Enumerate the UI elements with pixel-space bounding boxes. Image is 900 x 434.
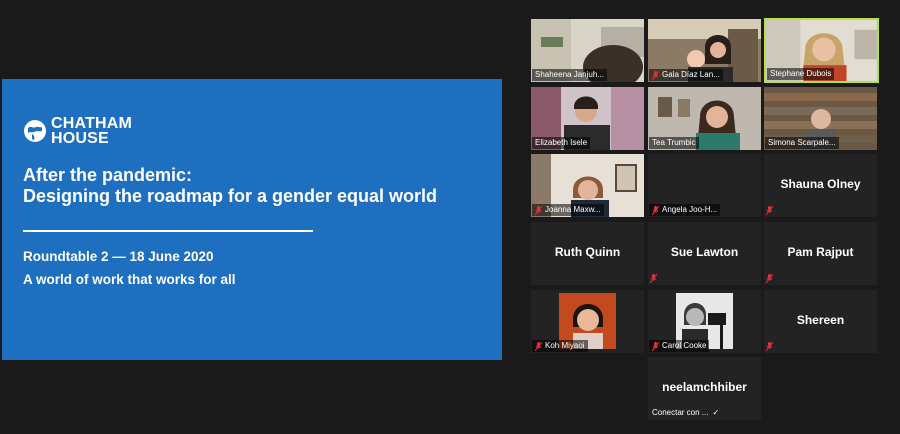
participant-tile[interactable]: Tea Trumbic — [648, 87, 761, 150]
participant-tile[interactable]: Simona Scarpale... — [764, 87, 877, 150]
participant-name: Sue Lawton — [670, 245, 739, 259]
muted-mic-icon — [535, 341, 542, 351]
divider — [23, 230, 313, 232]
participant-name: Shauna Olney — [780, 177, 861, 191]
muted-mic-icon — [766, 274, 773, 283]
muted-mic-icon — [652, 205, 659, 215]
participant-tile[interactable]: Shaheena Janjuh... — [531, 19, 644, 82]
participant-nameplate: Elizabeth Isele — [532, 137, 591, 149]
participant-nameplate: Koh Miyaoi — [532, 340, 588, 352]
participant-name: Shaheena Janjuh... — [535, 70, 604, 79]
muted-mic-icon — [650, 274, 657, 283]
participant-name: Ruth Quinn — [554, 245, 621, 259]
muted-mic-icon — [766, 206, 773, 215]
muted-mic-icon — [535, 205, 542, 215]
participant-tile[interactable]: Joanna Maxw... — [531, 154, 644, 217]
roundtable-label: Roundtable 2 — 18 June 2020 — [23, 249, 214, 264]
participant-nameplate: Gala Díaz Lan... — [649, 69, 723, 81]
check-icon: ✓ — [712, 408, 720, 417]
participant-name: Stephane Dubois — [770, 69, 832, 78]
slide-title-line1: After the pandemic: — [23, 165, 193, 185]
shared-slide: CHATHAM HOUSE After the pandemic: Design… — [2, 79, 502, 360]
logo-line1: CHATHAM — [51, 115, 133, 132]
participant-name: Pam Rajput — [787, 245, 854, 259]
participant-nameplate: Angela Joo-H... — [649, 204, 721, 216]
participant-name: Simona Scarpale... — [768, 138, 836, 147]
globe-icon — [24, 120, 46, 142]
slide-title-line2: Designing the roadmap for a gender equal… — [23, 186, 438, 206]
participant-name: Angela Joo-H... — [662, 205, 718, 214]
participant-tile[interactable]: Sue Lawton — [648, 222, 761, 285]
logo-line2: HOUSE — [51, 130, 109, 147]
participant-tile[interactable]: neelamchhiber Conectar con ... ✓ — [648, 357, 761, 420]
participant-name: Shereen — [796, 313, 845, 327]
connecting-status: Conectar con ... ✓ — [649, 407, 722, 419]
participant-tile[interactable]: Angela Joo-H... — [648, 154, 761, 217]
participant-name: neelamchhiber — [662, 380, 747, 394]
participant-nameplate: Simona Scarpale... — [765, 137, 839, 149]
participant-name: Gala Díaz Lan... — [662, 70, 720, 79]
connecting-label: Conectar con ... — [652, 408, 709, 417]
participant-nameplate: Shaheena Janjuh... — [532, 69, 607, 81]
participant-tile[interactable]: Shauna Olney — [764, 154, 877, 217]
muted-mic-icon — [652, 341, 659, 351]
participant-nameplate: Tea Trumbic — [649, 137, 699, 149]
participant-nameplate: Carol Cooke — [649, 340, 710, 352]
muted-mic-icon — [652, 70, 659, 80]
participant-tile[interactable]: Shereen — [764, 290, 877, 353]
participant-tile[interactable]: Koh Miyaoi — [531, 290, 644, 353]
chatham-house-logo: CHATHAM HOUSE — [23, 115, 133, 147]
participant-tile[interactable]: Carol Cooke — [648, 290, 761, 353]
participant-name: Koh Miyaoi — [545, 341, 585, 350]
participant-name: Tea Trumbic — [652, 138, 696, 147]
participant-name: Elizabeth Isele — [535, 138, 588, 147]
participant-nameplate: Stephane Dubois — [767, 68, 835, 80]
participant-tile[interactable]: Elizabeth Isele — [531, 87, 644, 150]
participant-nameplate: Joanna Maxw... — [532, 204, 604, 216]
participant-tile[interactable]: Gala Díaz Lan... — [648, 19, 761, 82]
active-speaker-tile[interactable]: Stephane Dubois — [764, 18, 879, 83]
theme-label: A world of work that works for all — [23, 272, 236, 287]
slide-title: After the pandemic: Designing the roadma… — [23, 165, 493, 207]
muted-mic-icon — [766, 342, 773, 351]
participant-name: Carol Cooke — [662, 341, 707, 350]
participant-tile[interactable]: Ruth Quinn — [531, 222, 644, 285]
participant-name: Joanna Maxw... — [545, 205, 601, 214]
participant-tile[interactable]: Pam Rajput — [764, 222, 877, 285]
